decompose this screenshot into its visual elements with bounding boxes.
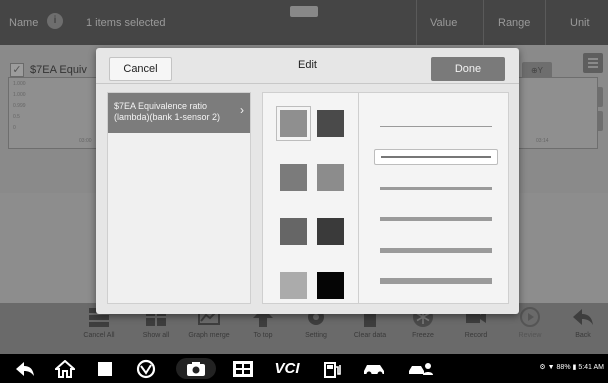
info-icon[interactable]: i	[47, 13, 63, 29]
color-swatch[interactable]	[317, 218, 344, 245]
back-icon[interactable]	[14, 358, 36, 379]
back-button[interactable]: Back	[560, 306, 606, 339]
edit-dialog: Cancel Edit Done $7EA Equivalence ratio …	[96, 48, 519, 314]
car-icon[interactable]	[360, 358, 390, 379]
color-swatch[interactable]	[276, 106, 311, 141]
home-icon[interactable]	[54, 358, 76, 379]
menu-icon[interactable]	[583, 53, 603, 73]
line-style-option[interactable]	[374, 242, 498, 258]
fuel-pump-icon[interactable]	[320, 358, 346, 379]
line-style-picker	[360, 93, 508, 303]
color-swatch[interactable]	[317, 272, 344, 299]
clock: 5:41 AM	[578, 364, 604, 371]
line-style-option[interactable]	[374, 211, 498, 227]
name-column-label: Name	[9, 17, 39, 29]
camera-icon[interactable]	[176, 358, 216, 379]
line-style-option[interactable]	[374, 149, 498, 165]
list-header: Name i 1 items selected Value Range Unit	[0, 0, 608, 45]
car-user-icon[interactable]	[406, 358, 436, 379]
style-panel	[262, 92, 509, 304]
system-navigation-bar: VCI ⚙ ▼ 88% ▮ 5:41 AM	[0, 354, 608, 383]
vci-icon[interactable]: VCI	[270, 358, 304, 379]
line-style-option[interactable]	[374, 180, 498, 196]
dialog-header: Cancel Edit Done	[96, 48, 519, 84]
range-column-label: Range	[498, 17, 531, 29]
status-area: ⚙ ▼ 88% ▮ 5:41 AM	[539, 363, 604, 371]
pid-checkbox[interactable]: ✓	[10, 63, 24, 77]
color-swatch[interactable]	[280, 272, 307, 299]
line-style-option[interactable]	[374, 273, 498, 289]
drag-handle-icon[interactable]	[290, 6, 318, 17]
back-arrow-icon	[573, 309, 593, 325]
done-button[interactable]: Done	[431, 57, 505, 81]
settings-icon: ⚙	[539, 364, 546, 371]
value-column-label: Value	[430, 17, 458, 29]
screen-record-icon[interactable]	[230, 358, 256, 379]
play-icon	[520, 307, 540, 327]
color-swatch[interactable]	[280, 218, 307, 245]
battery-level: 88%	[556, 364, 571, 371]
chevron-right-icon: ›	[240, 103, 244, 117]
browser-icon[interactable]	[134, 358, 158, 379]
recent-apps-icon[interactable]	[94, 358, 116, 379]
selected-count: 1 items selected	[86, 17, 166, 29]
pid-list-item[interactable]: $7EA Equivalence ratio (lambda)(bank 1-s…	[108, 93, 250, 133]
battery-icon: ▮	[572, 364, 577, 371]
wifi-icon: ▼	[547, 364, 555, 371]
color-swatch[interactable]	[317, 110, 344, 137]
color-picker	[263, 93, 359, 303]
line-style-option[interactable]	[374, 118, 498, 134]
pid-list: $7EA Equivalence ratio (lambda)(bank 1-s…	[107, 92, 251, 304]
pid-item-label: $7EA Equivalence ratio (lambda)(bank 1-s…	[114, 101, 221, 122]
color-swatch[interactable]	[317, 164, 344, 191]
unit-column-label: Unit	[570, 17, 590, 29]
color-swatch[interactable]	[280, 164, 307, 191]
pid-title: $7EA Equiv	[30, 64, 87, 76]
